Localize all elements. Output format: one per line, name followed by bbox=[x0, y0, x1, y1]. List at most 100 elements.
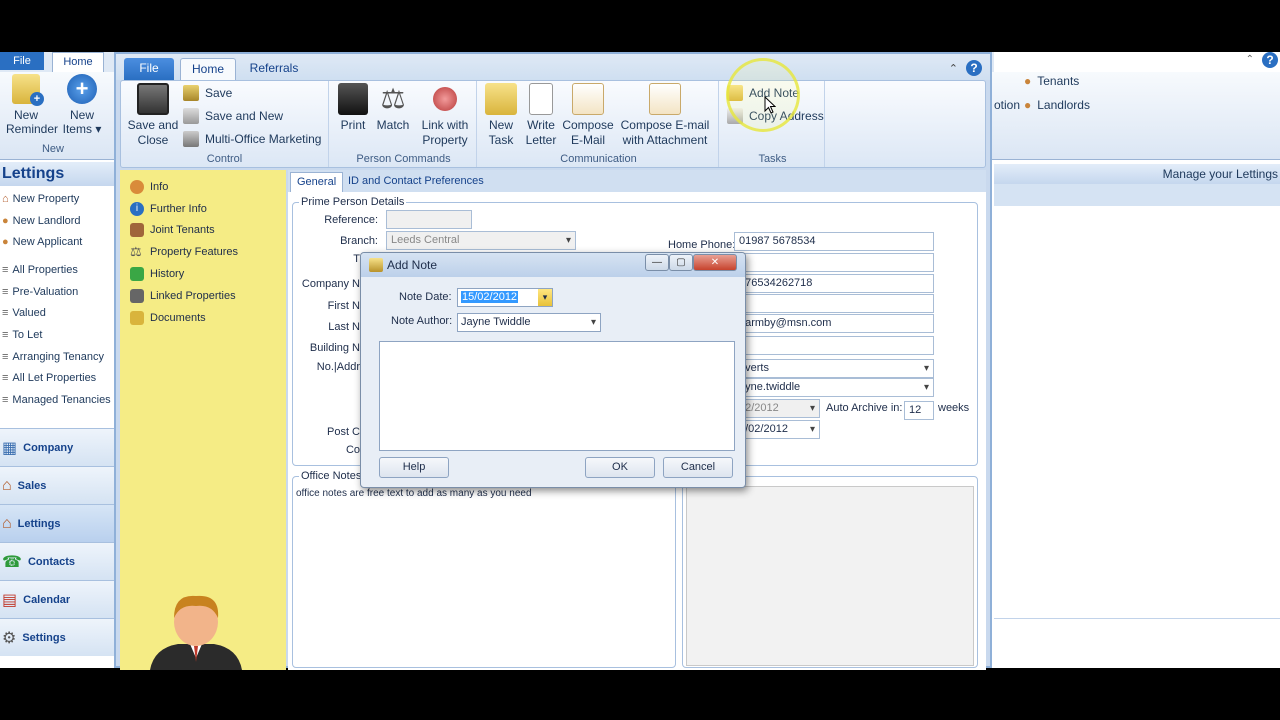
collapse-ribbon-icon[interactable]: ⌃ bbox=[1246, 54, 1254, 65]
next-contact-date-field[interactable]: 2/02/2012 bbox=[734, 420, 820, 439]
compose-email-attachment-button[interactable]: Compose E-mail with Attachment bbox=[615, 83, 715, 148]
group-communication: New Task Write Letter Compose E-Mail Com… bbox=[479, 81, 719, 167]
landlords-button[interactable]: ● Landlords bbox=[1024, 98, 1090, 112]
other-notes-textarea[interactable] bbox=[686, 486, 974, 666]
nav-item-new-landlord[interactable]: ● New Landlord bbox=[0, 210, 114, 232]
house-icon: ⌂ bbox=[2, 192, 9, 205]
module-settings[interactable]: ⚙ Settings bbox=[0, 618, 114, 656]
save-and-new-button[interactable]: Save and New bbox=[183, 108, 283, 124]
folder-icon bbox=[130, 310, 144, 325]
nav-item-new-property[interactable]: ⌂ New Property bbox=[0, 188, 114, 210]
letter-icon bbox=[529, 83, 553, 115]
close-button[interactable]: ✕ bbox=[693, 254, 737, 271]
back-home-tab[interactable]: Home bbox=[52, 52, 104, 72]
new-items-button[interactable]: + New Items ▾ bbox=[62, 74, 102, 136]
note-date-picker[interactable]: 15/02/2012 ▾ bbox=[457, 288, 553, 307]
branch-select[interactable]: Leeds Central bbox=[386, 231, 576, 250]
dialog-title-bar[interactable]: Add Note — ▢ ✕ bbox=[361, 253, 745, 277]
ribbon-tab-bar: File Home Referrals ⌃ ? bbox=[116, 54, 990, 80]
nav-item-all-properties[interactable]: ≡ All Properties bbox=[0, 259, 114, 281]
partial-label: otion bbox=[994, 98, 1021, 112]
negotiator-select[interactable]: ayne.twiddle bbox=[734, 378, 934, 397]
note-text-area[interactable] bbox=[379, 341, 735, 451]
fax-field[interactable] bbox=[734, 294, 934, 313]
office-notes-textarea[interactable]: office notes are free text to add as man… bbox=[294, 486, 674, 666]
phone-icon: ☎ bbox=[2, 553, 22, 571]
branch-label: Branch: bbox=[340, 235, 378, 247]
tab-home[interactable]: Home bbox=[180, 58, 236, 80]
link-with-property-button[interactable]: Link with Property bbox=[415, 83, 475, 148]
save-and-close-button[interactable]: Save and Close bbox=[125, 83, 181, 148]
record-nav-further-info[interactable]: i Further Info bbox=[120, 198, 286, 220]
list-icon: ≡ bbox=[2, 372, 9, 385]
source-select[interactable]: dverts bbox=[734, 359, 934, 378]
new-reminder-button[interactable]: + New Reminder bbox=[6, 74, 58, 136]
collapse-ribbon-icon[interactable]: ⌃ bbox=[949, 62, 958, 75]
lettings-nav-list: ⌂ New Property ● New Landlord ● New Applica… bbox=[0, 188, 114, 411]
work-phone-field[interactable] bbox=[734, 253, 934, 272]
back-right-panel: otion ● Tenants ● Landlords ⌃ ? Manage you… bbox=[994, 52, 1280, 668]
record-nav-info[interactable]: Info bbox=[120, 176, 286, 198]
back-strip bbox=[994, 184, 1280, 206]
content-tabs: General ID and Contact Preferences bbox=[288, 170, 986, 192]
home-phone-field[interactable]: 01987 5678534 bbox=[734, 232, 934, 251]
nav-item-managed-tenancies[interactable]: ≡ Managed Tenancies bbox=[0, 389, 114, 411]
people-icon bbox=[183, 131, 199, 147]
new-task-button[interactable]: New Task bbox=[483, 83, 519, 148]
calendar-dropdown-icon[interactable]: ▾ bbox=[538, 289, 552, 306]
module-company[interactable]: ▦ Company bbox=[0, 428, 114, 466]
match-button[interactable]: ⚖ Match bbox=[373, 83, 413, 133]
record-nav-documents[interactable]: Documents bbox=[120, 307, 286, 329]
tab-id-contact-preferences[interactable]: ID and Contact Preferences bbox=[342, 172, 490, 192]
help-icon[interactable]: ? bbox=[1262, 52, 1278, 68]
nav-item-all-let-properties[interactable]: ≡ All Let Properties bbox=[0, 368, 114, 390]
registered-date-field[interactable]: 02/2012 bbox=[734, 399, 820, 418]
module-contacts[interactable]: ☎ Contacts bbox=[0, 542, 114, 580]
record-nav-history[interactable]: History bbox=[120, 263, 286, 285]
tab-general[interactable]: General bbox=[290, 172, 344, 192]
weeks-label: weeks bbox=[938, 402, 970, 414]
minimize-button[interactable]: — bbox=[645, 254, 669, 271]
tab-file[interactable]: File bbox=[124, 58, 174, 80]
record-nav-linked-properties[interactable]: Linked Properties bbox=[120, 285, 286, 307]
compose-email-button[interactable]: Compose E-Mail bbox=[562, 83, 614, 148]
tab-referrals[interactable]: Referrals bbox=[244, 58, 304, 80]
tenants-button[interactable]: ● Tenants bbox=[1024, 74, 1079, 88]
auto-archive-field[interactable]: 12 bbox=[904, 401, 934, 420]
help-icon[interactable]: ? bbox=[966, 60, 982, 76]
print-button[interactable]: Print bbox=[335, 83, 371, 133]
home-phone-label: Home Phone: bbox=[668, 239, 736, 251]
help-button[interactable]: Help bbox=[379, 457, 449, 478]
back-file-tab[interactable]: File bbox=[0, 52, 44, 70]
ok-button[interactable]: OK bbox=[585, 457, 655, 478]
email-field[interactable]: barmby@msn.com bbox=[734, 314, 934, 333]
list-icon: ≡ bbox=[2, 394, 9, 407]
module-calendar[interactable]: ▤ Calendar bbox=[0, 580, 114, 618]
record-nav-property-features[interactable]: ⚖ Property Features bbox=[120, 241, 286, 263]
nav-item-valued[interactable]: ≡ Valued bbox=[0, 302, 114, 324]
record-nav-joint-tenants[interactable]: Joint Tenants bbox=[120, 220, 286, 242]
multi-office-marketing-button[interactable]: Multi-Office Marketing bbox=[183, 131, 321, 147]
compose-email-attachment-label: Compose E-mail with Attachment bbox=[620, 118, 710, 147]
note-author-select[interactable]: Jayne Twiddle bbox=[457, 313, 601, 332]
mobile-field[interactable]: 776534262718 bbox=[734, 274, 934, 293]
module-sales[interactable]: ⌂ Sales bbox=[0, 466, 114, 504]
gear-icon: ⚙ bbox=[2, 629, 17, 647]
write-letter-button[interactable]: Write Letter bbox=[521, 83, 561, 148]
nav-item-to-let[interactable]: ≡ To Let bbox=[0, 324, 114, 346]
nav-item-arranging-tenancy[interactable]: ≡ Arranging Tenancy bbox=[0, 346, 114, 368]
cancel-button[interactable]: Cancel bbox=[663, 457, 733, 478]
group-person-commands: Print ⚖ Match Link with Property Person … bbox=[331, 81, 477, 167]
nav-item-pre-valuation[interactable]: ≡ Pre-Valuation bbox=[0, 281, 114, 303]
reference-field[interactable] bbox=[386, 210, 472, 229]
link-property-icon bbox=[433, 87, 457, 111]
save-button[interactable]: Save bbox=[183, 85, 232, 101]
web-field[interactable] bbox=[734, 336, 934, 355]
group-tasks-label: Tasks bbox=[758, 153, 787, 165]
nav-item-new-applicant[interactable]: ● New Applicant bbox=[0, 231, 114, 253]
module-lettings[interactable]: ⌂ Lettings bbox=[0, 504, 114, 542]
email-icon bbox=[572, 83, 604, 115]
list-icon: ≡ bbox=[2, 285, 9, 298]
first-name-label: First N bbox=[327, 300, 360, 312]
maximize-button[interactable]: ▢ bbox=[669, 254, 693, 271]
